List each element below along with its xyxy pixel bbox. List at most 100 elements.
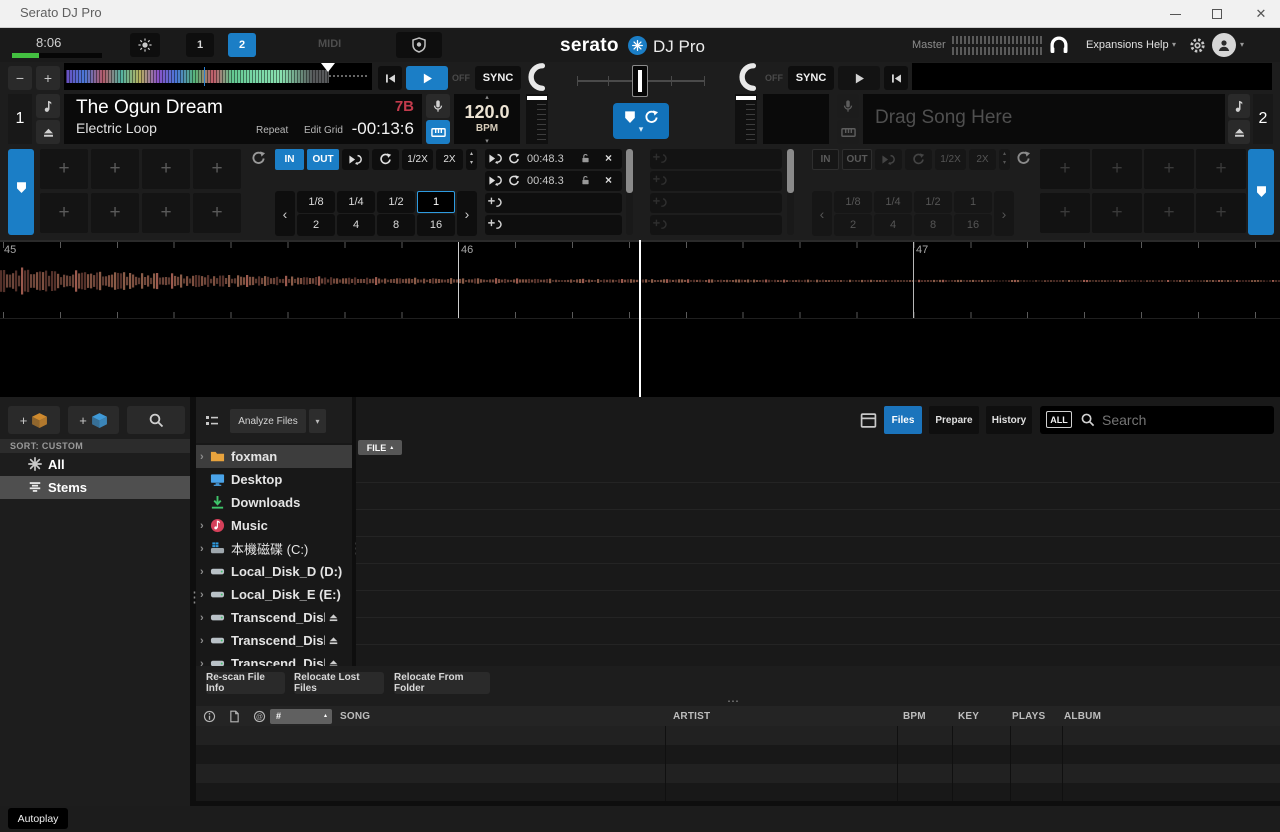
scrollbar-thumb[interactable] — [787, 149, 794, 193]
deck1-play-button[interactable] — [406, 66, 448, 90]
expand-chevron-icon[interactable]: › — [200, 451, 210, 463]
crossfader-handle[interactable] — [632, 65, 648, 97]
deck2-platter-icon[interactable] — [735, 62, 761, 92]
loop-size-cell[interactable]: 16 — [417, 214, 455, 236]
expand-chevron-icon[interactable]: › — [200, 566, 210, 578]
maximize-button[interactable] — [1200, 0, 1234, 28]
deck1-mic-button[interactable] — [426, 94, 450, 118]
lock-icon[interactable] — [580, 175, 591, 186]
deck2-eject-button[interactable] — [1228, 120, 1250, 144]
column-bpm[interactable]: BPM — [903, 711, 926, 722]
cue-slot-button[interactable]: + — [193, 149, 241, 189]
practice-mode-button[interactable] — [1046, 33, 1072, 57]
mixer-mode-button[interactable]: ▾ — [613, 103, 669, 139]
crate-item-stems[interactable]: Stems — [0, 476, 190, 499]
search-bar[interactable]: ALL — [1040, 406, 1274, 434]
close-button[interactable]: ✕ — [1242, 0, 1280, 28]
loop-size-cell[interactable]: 1/4 — [337, 191, 375, 213]
eject-icon[interactable] — [328, 635, 339, 646]
loop-size-cell[interactable]: 1/2 — [377, 191, 415, 213]
deck1-sync-button[interactable]: SYNC — [475, 66, 521, 90]
deck2-play-button[interactable] — [838, 66, 880, 90]
browse-list-button[interactable] — [200, 409, 224, 433]
loop-play-button[interactable] — [342, 149, 369, 170]
deck2-track-panel[interactable]: Drag Song Here — [863, 94, 1225, 144]
empty-loop-slot[interactable] — [485, 193, 622, 213]
loop-bank-prev-button[interactable]: ‹ — [275, 191, 295, 236]
search-scope-button[interactable]: ALL — [1046, 411, 1072, 428]
analyze-dropdown-button[interactable]: ▾ — [309, 409, 326, 433]
column-song[interactable]: SONG — [340, 711, 370, 722]
deck1-rewind-button[interactable] — [378, 66, 402, 90]
tree-item-desktop[interactable]: › Desktop — [196, 468, 348, 491]
loop-size-spinner[interactable]: ▴ ▾ — [466, 149, 477, 170]
relocate-from-folder-button[interactable]: Relocate From Folder — [394, 672, 490, 694]
loop-half-button[interactable]: 1/2X — [402, 149, 433, 170]
expand-chevron-icon[interactable]: › — [200, 543, 210, 555]
deck1-key-button[interactable] — [36, 94, 60, 118]
spinner-down-icon[interactable]: ▾ — [466, 159, 477, 167]
deck1-cue-tab[interactable] — [8, 149, 34, 235]
cue-slot-button[interactable]: + — [40, 193, 88, 233]
device-button[interactable] — [396, 32, 442, 58]
deck2-off-label[interactable]: OFF — [765, 73, 783, 83]
rescan-file-info-button[interactable]: Re-scan File Info — [206, 672, 285, 694]
deck1-off-label[interactable]: OFF — [452, 73, 470, 83]
deck2-key-button[interactable] — [1228, 94, 1250, 118]
deck1-keyshift-button[interactable] — [426, 120, 450, 144]
deck2-rewind-button[interactable] — [884, 66, 908, 90]
spinner-up-icon[interactable]: ▴ — [466, 149, 477, 159]
help-menu[interactable]: Help — [1146, 39, 1169, 51]
tree-item-drive-d[interactable]: › Local_Disk_D (D:) — [196, 560, 348, 583]
table-row[interactable] — [196, 764, 1280, 783]
column-album[interactable]: ALBUM — [1064, 711, 1101, 722]
expansions-button[interactable]: Expansions — [1086, 39, 1143, 51]
tree-item-drive-c[interactable]: › 本機磁碟 (C:) — [196, 537, 348, 560]
deck2-keyshift-button[interactable] — [837, 120, 859, 144]
layout-1-button[interactable]: 1 — [186, 33, 214, 57]
layout-2-button[interactable]: 2 — [228, 33, 256, 57]
zoom-out-button[interactable]: − — [8, 66, 32, 90]
expand-chevron-icon[interactable]: › — [200, 520, 210, 532]
cue-slot-button[interactable]: + — [142, 149, 190, 189]
tree-item-transcend-2[interactable]: › Transcend_Disk — [196, 629, 348, 652]
bpm-up-arrow[interactable]: ▴ — [454, 93, 520, 101]
tree-item-music[interactable]: › Music — [196, 514, 348, 537]
column-key[interactable]: KEY — [958, 711, 979, 722]
delete-loop-icon[interactable]: × — [605, 151, 612, 165]
loop-out-button[interactable]: OUT — [307, 149, 339, 170]
tree-item-transcend-1[interactable]: › Transcend_Disk — [196, 606, 348, 629]
info-column-icon[interactable] — [203, 710, 216, 723]
relocate-lost-files-button[interactable]: Relocate Lost Files — [294, 672, 384, 694]
brightness-button[interactable] — [130, 33, 160, 57]
loop-in-button[interactable]: IN — [275, 149, 304, 170]
deck2-overview-strip[interactable] — [912, 63, 1272, 90]
deck2-mic-button[interactable] — [837, 94, 859, 118]
repeat-toggle[interactable]: Repeat — [256, 125, 288, 136]
lock-icon[interactable] — [580, 153, 591, 164]
scrollbar-thumb[interactable] — [626, 149, 633, 193]
reloop-button[interactable] — [372, 149, 399, 170]
tab-prepare[interactable]: Prepare — [929, 406, 979, 434]
tree-item-downloads[interactable]: › Downloads — [196, 491, 348, 514]
loop-double-button[interactable]: 2X — [436, 149, 463, 170]
account-button[interactable] — [1212, 33, 1236, 57]
tab-files[interactable]: Files — [884, 406, 922, 434]
eject-icon[interactable] — [328, 612, 339, 623]
deck1-platter-icon[interactable] — [524, 62, 550, 92]
tempo-slider-handle[interactable] — [736, 96, 756, 100]
deck1-tempo-slider[interactable] — [526, 94, 548, 144]
cue-slot-button[interactable]: + — [91, 149, 139, 189]
midi-button[interactable]: MIDI — [318, 38, 341, 50]
tree-item-foxman[interactable]: › foxman — [196, 445, 352, 468]
column-plays[interactable]: PLAYS — [1012, 711, 1045, 722]
table-row[interactable] — [196, 726, 1280, 745]
expand-chevron-icon[interactable]: › — [200, 589, 210, 601]
add-smart-crate-button[interactable]: + — [68, 406, 119, 434]
crate-item-all[interactable]: All — [0, 453, 190, 476]
minimize-button[interactable] — [1158, 0, 1192, 28]
panel-resize-grip[interactable]: ⋮ — [187, 593, 191, 619]
autoplay-button[interactable]: Autoplay — [8, 808, 68, 829]
loop-size-cell[interactable]: 8 — [377, 214, 415, 236]
split-panel-button[interactable] — [856, 408, 880, 432]
